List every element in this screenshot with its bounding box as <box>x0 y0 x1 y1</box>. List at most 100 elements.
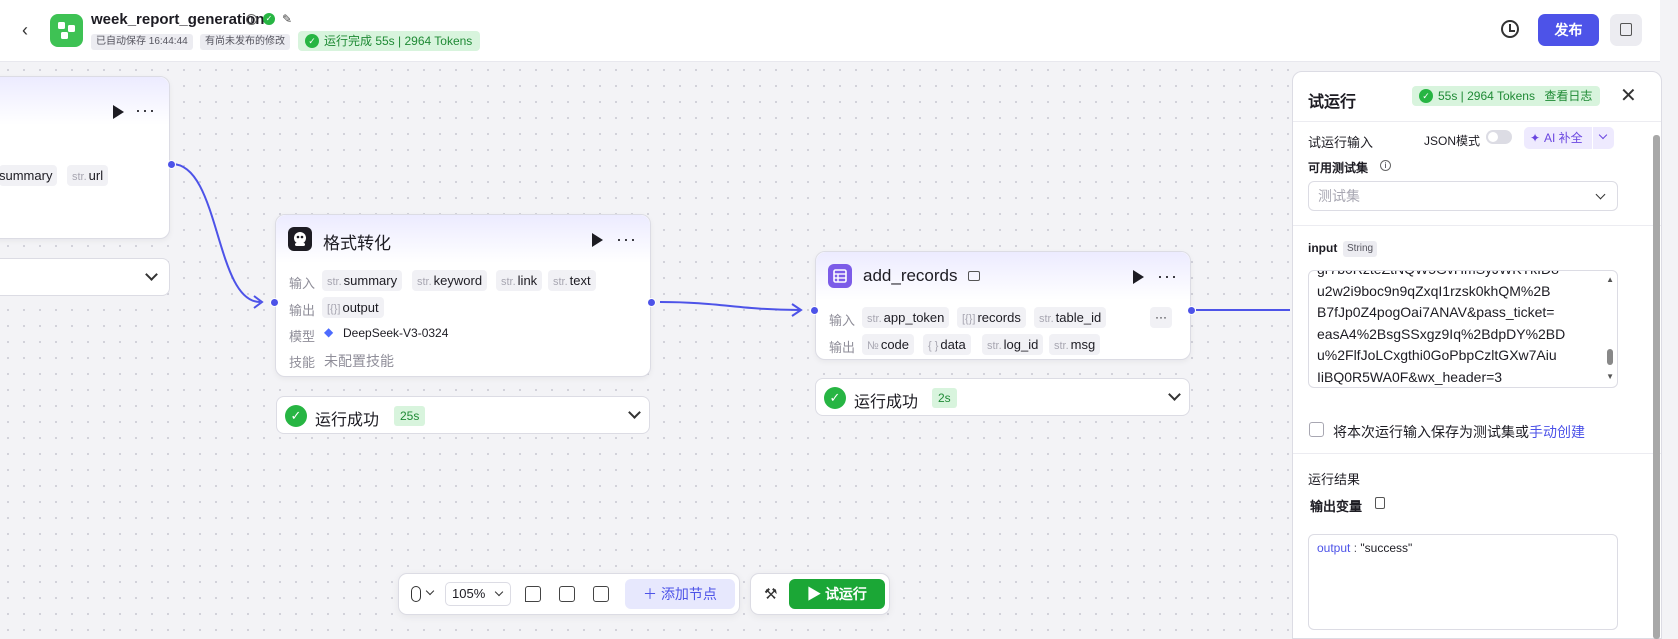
input-chip-app-token: str. app_token <box>862 307 950 328</box>
workflow-canvas[interactable]: ··· summary str. url 格式转化 ··· 输入 str. summ… <box>0 62 1290 639</box>
output-vars-label: 输出变量 <box>1310 499 1363 514</box>
textarea-scrollbar[interactable] <box>1607 349 1613 365</box>
input-port[interactable] <box>810 306 819 315</box>
chevron-down-icon <box>494 587 504 597</box>
window-copy-button[interactable] <box>1610 14 1642 46</box>
run-status-badge[interactable]: ✓ 运行完成 55s | 2964 Tokens <box>298 31 481 51</box>
play-icon[interactable] <box>592 233 603 247</box>
type-prefix: str. <box>987 340 1002 352</box>
add-node-label: 添加节点 <box>660 586 717 602</box>
scroll-down-icon[interactable]: ▼ <box>1606 373 1614 381</box>
input-chip-table-id: str. table_id <box>1034 307 1107 328</box>
node-previous[interactable]: ··· summary str. url <box>0 76 170 239</box>
type-prefix: str. <box>417 276 432 288</box>
info-icon[interactable]: i <box>1380 160 1391 171</box>
output-chip-msg: str. msg <box>1049 334 1101 355</box>
panel-run-badge[interactable]: ✓ 55s | 2964 Tokens 查看日志 <box>1412 86 1601 106</box>
panel-scrollbar[interactable] <box>1653 135 1660 639</box>
more-icon[interactable]: ··· <box>616 230 637 248</box>
type-prefix: str. <box>327 276 342 288</box>
skill-value: 未配置技能 <box>324 353 394 369</box>
records-status-bar[interactable]: ✓ 运行成功 2s <box>815 378 1190 416</box>
divider <box>1293 121 1661 122</box>
chevron-down-icon[interactable] <box>425 586 435 596</box>
chevron-down-icon[interactable] <box>628 406 641 419</box>
chip-label: log_id <box>1003 337 1039 352</box>
sparkle-icon: ✦ <box>1530 131 1541 145</box>
time-tag: 2s <box>932 388 957 408</box>
input-port[interactable] <box>270 298 279 307</box>
model-name: DeepSeek-V3-0324 <box>343 326 449 340</box>
type-prefix: str. <box>501 276 516 288</box>
edit-icon[interactable]: ✎ <box>280 12 294 26</box>
type-prefix: str. <box>867 313 882 325</box>
output-port[interactable] <box>647 298 656 307</box>
view-log-link[interactable]: 查看日志 <box>1544 89 1592 103</box>
divider <box>1293 225 1661 226</box>
close-icon[interactable]: ✕ <box>1620 86 1637 106</box>
save-testset-checkbox[interactable] <box>1309 422 1324 437</box>
minimap-icon[interactable] <box>593 586 609 602</box>
output-chip-url: str. url <box>67 165 109 186</box>
scroll-up-icon[interactable]: ▲ <box>1606 276 1614 284</box>
output-port[interactable] <box>1187 306 1196 315</box>
comment-icon[interactable] <box>525 586 541 602</box>
json-mode-label: JSON模式 <box>1424 134 1481 148</box>
chevron-down-icon[interactable] <box>1168 388 1181 401</box>
success-check-icon: ✓ <box>285 405 307 427</box>
mouse-icon[interactable] <box>411 586 421 602</box>
output-port[interactable] <box>167 160 176 169</box>
testset-placeholder: 测试集 <box>1318 188 1360 204</box>
input-line: u2w2i9boc9n9qZxqI1rzsk0khQM%2B <box>1317 282 1551 299</box>
history-icon[interactable] <box>1501 20 1519 38</box>
check-circle-icon: ✓ <box>263 13 275 25</box>
json-mode-toggle[interactable] <box>1486 130 1512 144</box>
output-value: "success" <box>1360 541 1413 555</box>
chip-label: code <box>880 337 910 352</box>
app-title: week_report_generation <box>91 11 265 28</box>
chevron-down-icon[interactable] <box>145 268 158 281</box>
type-prefix: [{}] <box>962 313 976 325</box>
success-check-icon: ✓ <box>1419 89 1433 103</box>
test-run-button[interactable]: ▶ 试运行 <box>789 579 885 609</box>
more-inputs-icon[interactable]: ··· <box>1150 307 1172 328</box>
type-prefix: № <box>867 340 879 352</box>
chip-label: summary <box>343 273 398 288</box>
node-format-convert[interactable]: 格式转化 ··· 输入 str. summary str. keyword str.… <box>275 214 651 377</box>
type-prefix: str. <box>72 171 87 183</box>
publish-button[interactable]: 发布 <box>1538 14 1599 46</box>
input-line: B7fJp0Z4pogOai7ANAV&pass_ticket= <box>1317 304 1555 320</box>
wrench-icon[interactable]: ⚒ <box>764 585 777 603</box>
test-run-label: 试运行 <box>824 586 867 602</box>
add-node-button[interactable]: ＋ 添加节点 <box>625 579 735 609</box>
zoom-select[interactable]: 105% <box>445 582 511 606</box>
play-icon[interactable] <box>1133 270 1144 284</box>
skill-label: 技能 <box>289 355 316 370</box>
play-icon[interactable] <box>113 105 124 119</box>
back-arrow-icon[interactable]: ‹ <box>22 20 38 40</box>
node-add-records[interactable]: add_records ··· 输入 str. app_token [{}] rec… <box>815 251 1191 360</box>
ai-fill-button[interactable]: ✦ AI 补全 <box>1524 127 1614 149</box>
chip-label: text <box>569 273 591 288</box>
more-icon[interactable]: ··· <box>135 101 156 119</box>
input-textarea[interactable]: gr7b0RzteZtNQW5GvHmSyJWKTkID8 u2w2i9boc9… <box>1308 270 1618 388</box>
llm-node-icon <box>288 227 312 251</box>
copy-icon[interactable] <box>1375 497 1385 509</box>
output-label: 输出 <box>829 340 856 355</box>
node-previous-status-bar[interactable] <box>0 258 170 296</box>
save-testset-text: 将本次运行输入保存为测试集或手动创建 <box>1333 422 1585 442</box>
layout-icon[interactable] <box>559 586 575 602</box>
top-header: ‹ week_report_generation i ✓ ✎ 已自动保存 16:… <box>0 0 1660 62</box>
badge-stats: 55s | 2964 Tokens <box>1438 89 1535 103</box>
testset-select[interactable]: 测试集 <box>1308 181 1618 211</box>
info-icon[interactable]: i <box>246 14 257 25</box>
ai-fill-label: AI 补全 <box>1544 131 1583 145</box>
format-status-bar[interactable]: ✓ 运行成功 25s <box>276 396 650 434</box>
ai-fill-dropdown[interactable] <box>1592 127 1614 149</box>
manual-create-link[interactable]: 手动创建 <box>1529 424 1585 440</box>
input-chip-keyword: str. keyword <box>412 270 488 291</box>
type-prefix: [{}] <box>327 303 341 315</box>
more-icon[interactable]: ··· <box>1157 267 1178 285</box>
chip-label: summary <box>0 168 53 183</box>
type-prefix: str. <box>553 276 568 288</box>
